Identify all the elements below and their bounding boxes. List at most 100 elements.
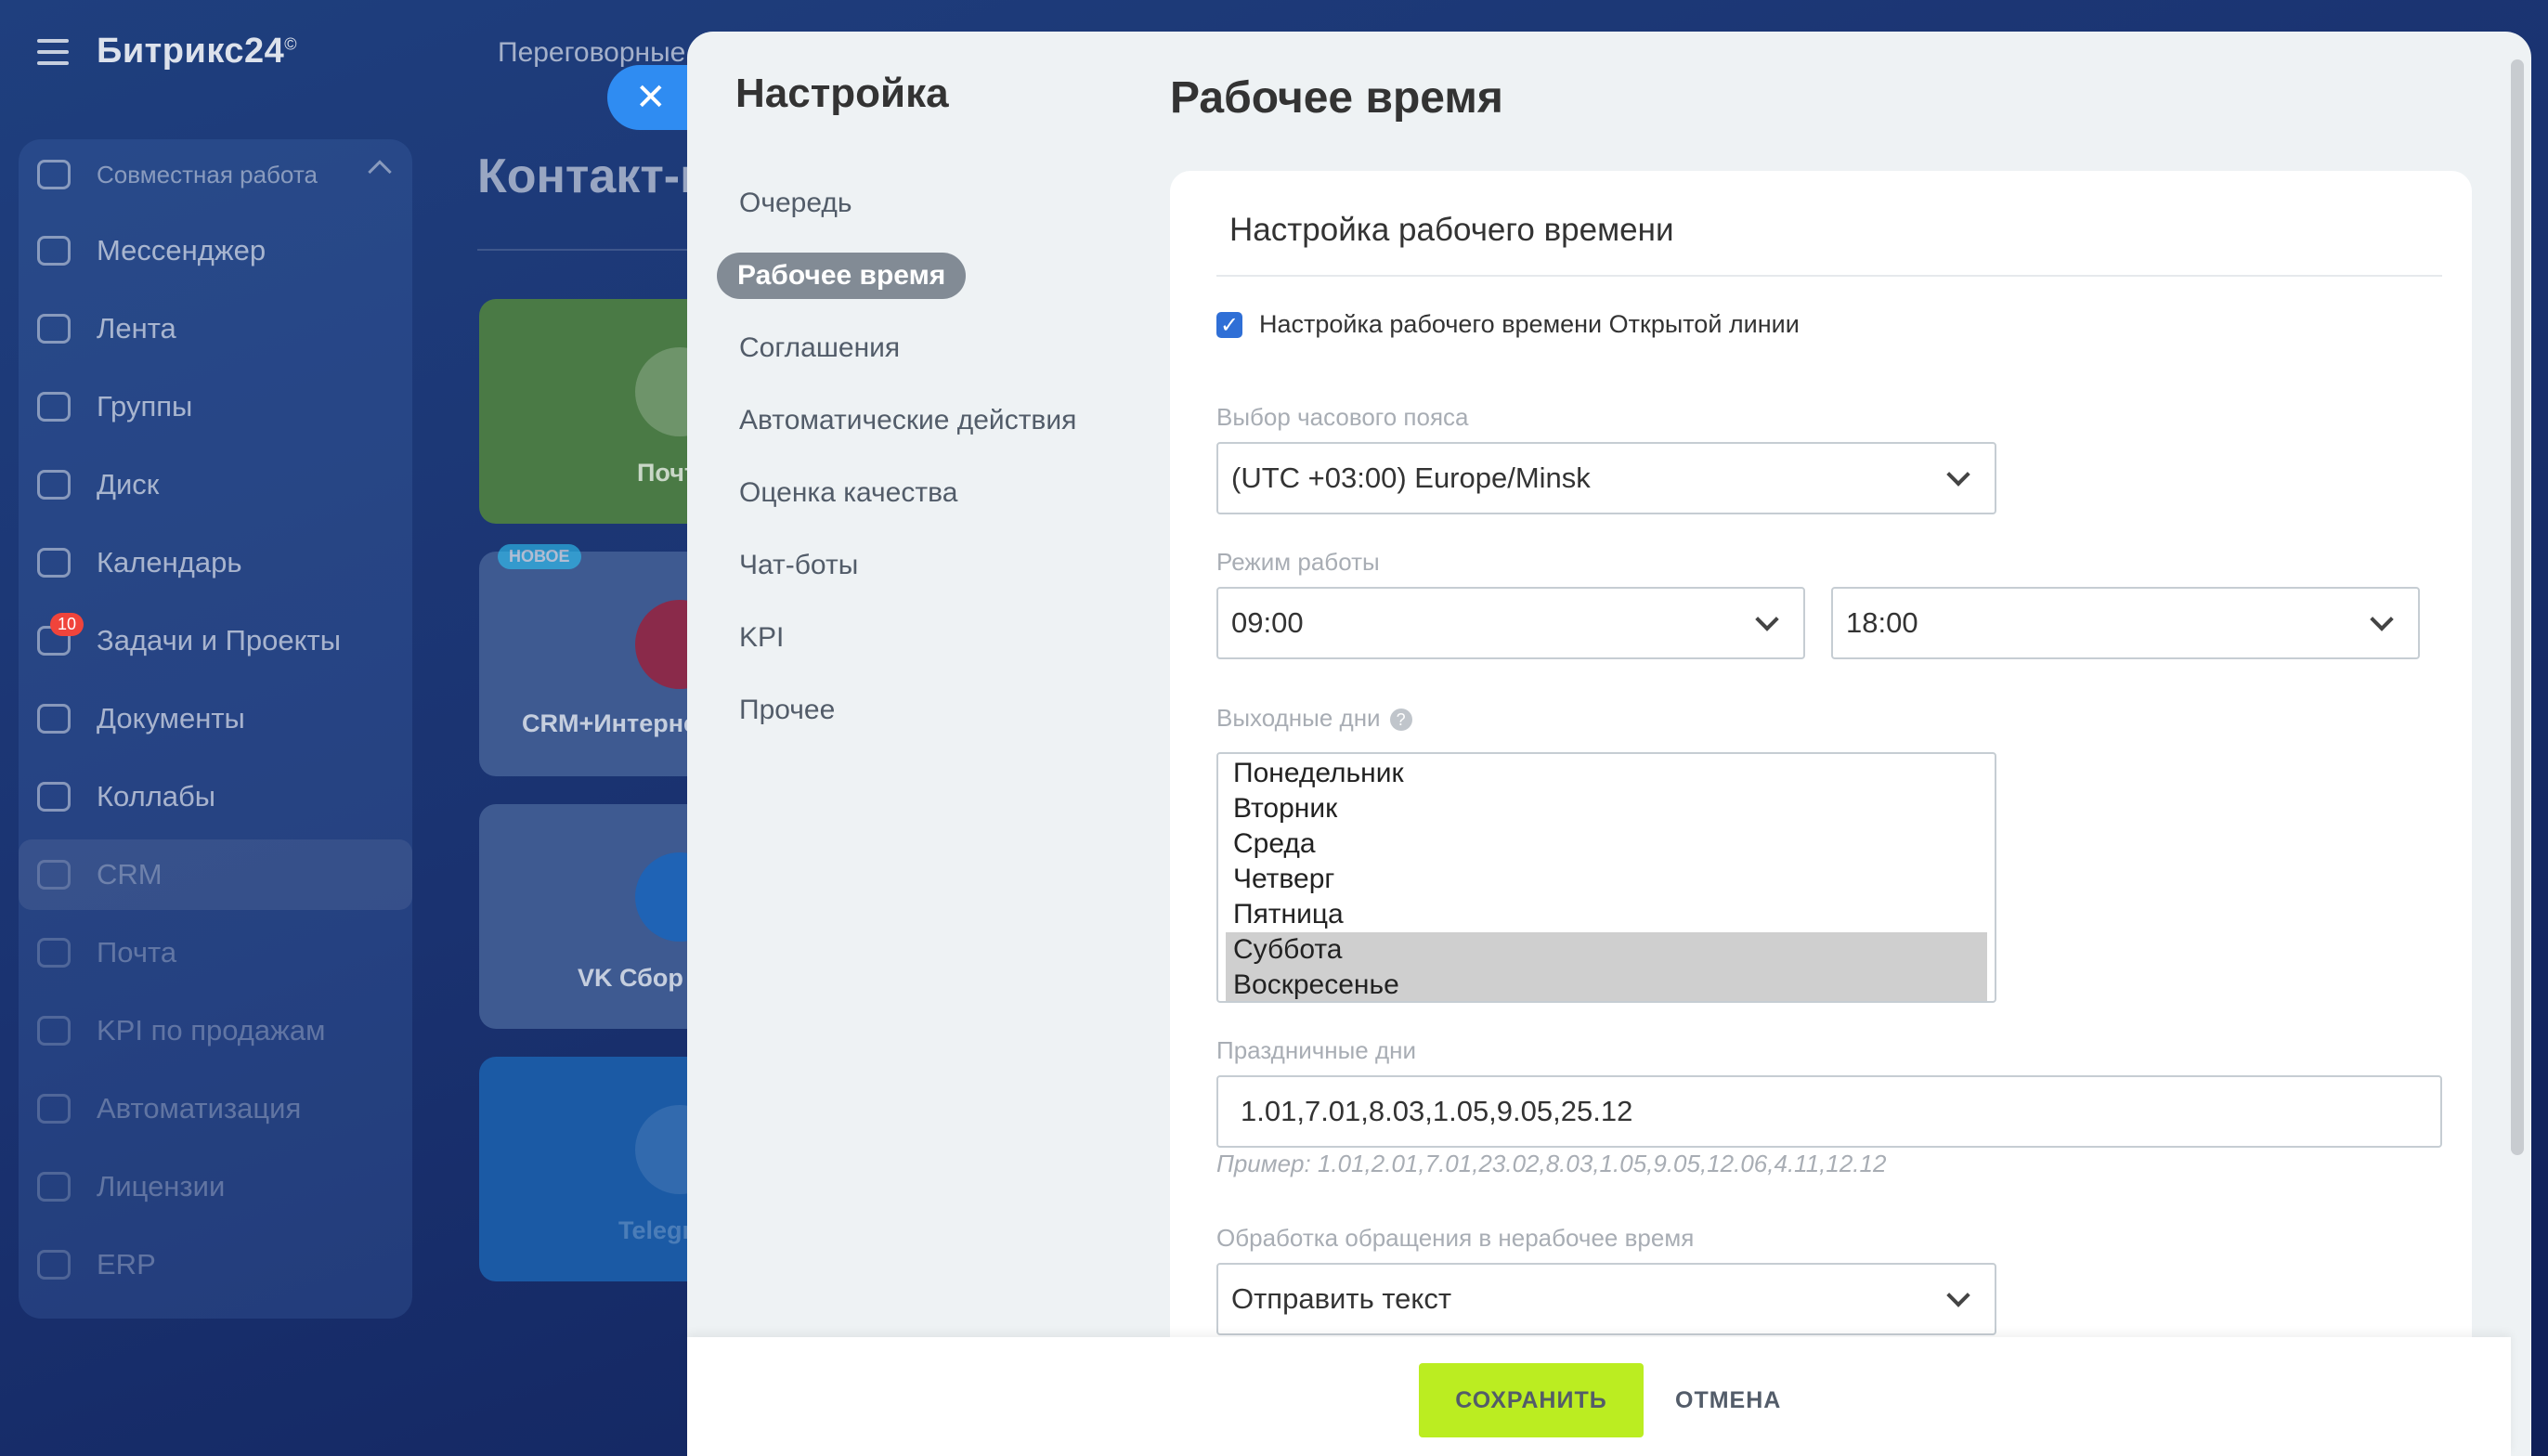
- timezone-label: Выбор часового пояса: [1216, 403, 1469, 431]
- day-option[interactable]: Среда: [1226, 826, 1987, 862]
- menu-icon[interactable]: [37, 39, 69, 65]
- day-option[interactable]: Четверг: [1226, 862, 1987, 897]
- background-page-title: Контакт-ц: [477, 150, 710, 203]
- sidebar-item-crm[interactable]: CRM: [19, 839, 412, 910]
- sidebar-item-label: Автоматизация: [97, 1092, 302, 1124]
- groups-icon: [37, 392, 71, 422]
- sidebar-item-label: Коллабы: [97, 780, 216, 812]
- nav-item[interactable]: KPI: [739, 615, 784, 661]
- sidebar-item-disk[interactable]: Диск: [19, 449, 412, 520]
- settings-slider: Настройка Очередь Рабочее время Соглашения…: [687, 32, 2531, 1456]
- sidebar-item-kpi[interactable]: KPI по продажам: [19, 995, 412, 1066]
- off-hours-select[interactable]: Отправить текст: [1216, 1263, 1996, 1335]
- chevron-down-icon: [1946, 462, 1970, 487]
- disk-icon: [37, 470, 71, 500]
- work-from-select[interactable]: 09:00: [1216, 587, 1805, 659]
- sidebar-item-erp[interactable]: ERP: [19, 1229, 412, 1300]
- sidebar-item-documents[interactable]: Документы: [19, 683, 412, 754]
- logo-clock-icon: ©: [284, 34, 298, 54]
- sidebar-item-label: Лента: [97, 312, 176, 344]
- sidebar-item-label: Задачи и Проекты: [97, 624, 342, 656]
- section-title: Настройка рабочего времени: [1229, 212, 1674, 248]
- connector-card[interactable]: CRM+Интерне: [479, 552, 721, 776]
- sidebar-item-label: Мессенджер: [97, 234, 266, 266]
- day-option[interactable]: Суббота: [1226, 932, 1987, 968]
- page-title: Рабочее время: [1170, 73, 1503, 123]
- connector-card[interactable]: Почт: [479, 299, 721, 524]
- sidebar-item-label: CRM: [97, 858, 162, 890]
- sidebar-item-label: Почта: [97, 936, 177, 968]
- work-to-select[interactable]: 18:00: [1831, 587, 2420, 659]
- slider-footer: СОХРАНИТЬ ОТМЕНА: [687, 1337, 2511, 1456]
- timezone-select[interactable]: (UTC +03:00) Europe/Minsk: [1216, 442, 1996, 514]
- automation-icon: [37, 1094, 71, 1124]
- sidebar-item-messenger[interactable]: Мессенджер: [19, 215, 412, 286]
- day-option[interactable]: Понедельник: [1226, 756, 1987, 791]
- day-option[interactable]: Пятница: [1226, 897, 1987, 932]
- day-option[interactable]: Вторник: [1226, 791, 1987, 826]
- calendar-icon: [37, 548, 71, 578]
- sidebar-item-collab[interactable]: Совместная работа: [19, 139, 412, 210]
- top-link-meeting-rooms[interactable]: Переговорные: [498, 37, 685, 69]
- background-divider: [477, 249, 719, 251]
- day-option[interactable]: Воскресенье: [1226, 968, 1987, 1001]
- sidebar-item-label: ERP: [97, 1248, 156, 1280]
- help-icon[interactable]: ?: [1389, 708, 1412, 732]
- sidebar-item-label: Документы: [97, 702, 245, 734]
- check-icon: ✓: [1219, 312, 1240, 338]
- sidebar-item-groups[interactable]: Группы: [19, 371, 412, 442]
- off-hours-value: Отправить текст: [1231, 1282, 1452, 1315]
- sidebar-item-calendar[interactable]: Календарь: [19, 527, 412, 598]
- connector-card[interactable]: Telegr: [479, 1057, 721, 1281]
- sidebar-item-collabs[interactable]: Коллабы: [19, 761, 412, 832]
- days-off-listbox[interactable]: Понедельник Вторник Среда Четверг Пятница Суб…: [1216, 752, 1996, 1003]
- nav-item[interactable]: Оценка качества: [739, 470, 957, 516]
- counter-badge: 10: [50, 613, 84, 636]
- sidebar-item-label: Лицензии: [97, 1170, 226, 1202]
- mail-icon: [37, 938, 71, 968]
- holidays-label: Праздничные дни: [1216, 1036, 1417, 1064]
- save-button[interactable]: СОХРАНИТЬ: [1419, 1363, 1644, 1437]
- nav-item[interactable]: Прочее: [739, 687, 835, 734]
- sidebar-item-label: Совместная работа: [97, 160, 318, 188]
- crm-icon: [37, 860, 71, 890]
- license-icon: [37, 1172, 71, 1202]
- sidebar-item-tasks[interactable]: Задачи и Проекты 10: [19, 605, 412, 676]
- nav-item[interactable]: Чат-боты: [739, 542, 858, 589]
- enable-work-time-label[interactable]: Настройка рабочего времени Открытой лини…: [1259, 310, 1800, 339]
- chevron-down-icon: [1755, 607, 1779, 631]
- work-mode-label: Режим работы: [1216, 548, 1380, 576]
- cancel-button[interactable]: ОТМЕНА: [1675, 1363, 1781, 1437]
- sidebar-item-feed[interactable]: Лента: [19, 293, 412, 364]
- collabs-icon: [37, 782, 71, 812]
- holidays-input[interactable]: 1.01,7.01,8.03,1.05,9.05,25.12: [1216, 1075, 2442, 1148]
- work-to-value: 18:00: [1846, 606, 1918, 639]
- messenger-icon: [37, 236, 71, 266]
- sidebar-item-label: Диск: [97, 468, 160, 500]
- nav-item[interactable]: Соглашения: [739, 325, 900, 371]
- sidebar-item-mail[interactable]: Почта: [19, 917, 412, 988]
- holidays-value: 1.01,7.01,8.03,1.05,9.05,25.12: [1241, 1095, 1633, 1127]
- nav-item[interactable]: Рабочее время: [717, 253, 967, 299]
- sidebar-item-license[interactable]: Лицензии: [19, 1151, 412, 1222]
- nav-item[interactable]: Очередь: [739, 180, 852, 227]
- sidebar-item-label: KPI по продажам: [97, 1014, 326, 1046]
- chevron-down-icon: [2370, 607, 2394, 631]
- settings-nav-title: Настройка: [735, 71, 949, 116]
- enable-work-time-checkbox[interactable]: ✓: [1216, 312, 1242, 338]
- days-off-label: Выходные дни?: [1216, 704, 1412, 733]
- scrollbar[interactable]: [2511, 59, 2524, 1155]
- connector-card[interactable]: VK Сбор: [479, 804, 721, 1029]
- documents-icon: [37, 704, 71, 734]
- timezone-value: (UTC +03:00) Europe/Minsk: [1231, 462, 1591, 494]
- chevron-down-icon: [1946, 1283, 1970, 1307]
- erp-icon: [37, 1250, 71, 1280]
- close-icon: ✕: [635, 77, 667, 118]
- collab-icon: [37, 160, 71, 189]
- work-time-card: Настройка рабочего времени ✓ Настройка р…: [1170, 171, 2472, 1456]
- nav-item[interactable]: Автоматические действия: [739, 397, 1076, 444]
- off-hours-label: Обработка обращения в нерабочее время: [1216, 1224, 1695, 1252]
- chevron-up-icon[interactable]: [368, 160, 392, 184]
- sidebar-item-automation[interactable]: Автоматизация: [19, 1073, 412, 1144]
- portal-logo[interactable]: Битрикс24©: [97, 32, 297, 72]
